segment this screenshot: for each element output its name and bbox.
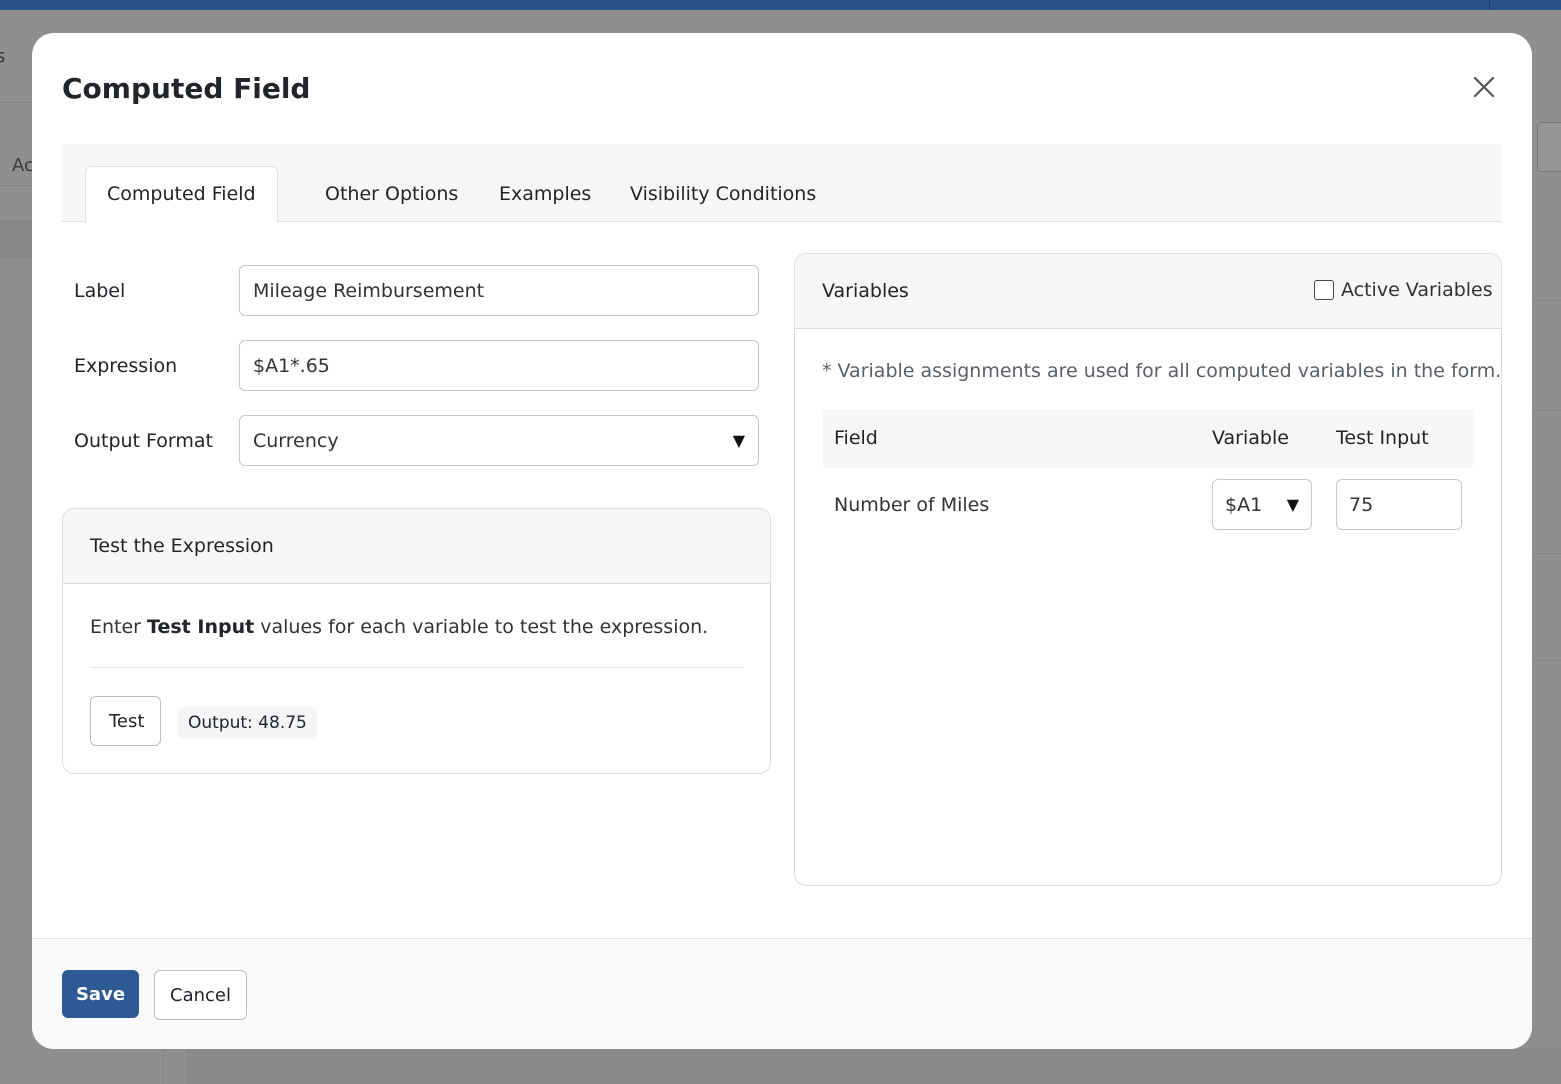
variables-title: Variables <box>822 280 909 302</box>
tab-bar: Computed Field Other Options Examples Vi… <box>62 144 1502 223</box>
test-card-header: Test the Expression <box>63 509 770 584</box>
variable-selected-value: $A1 <box>1225 493 1263 516</box>
cancel-button[interactable]: Cancel <box>154 970 247 1020</box>
divider <box>90 667 743 668</box>
active-variables-label: Active Variables <box>1341 279 1493 301</box>
variables-note: * Variable assignments are used for all … <box>822 360 1502 382</box>
test-button[interactable]: Test <box>90 696 161 746</box>
label-field-label: Label <box>74 280 126 302</box>
background-divider <box>0 102 32 103</box>
background-panel <box>186 1049 1561 1084</box>
background-partial-label: Ac <box>12 155 34 176</box>
background-divider <box>1532 300 1561 301</box>
background-partial-text: s <box>0 46 6 67</box>
test-instructions-prefix: Enter <box>90 616 141 638</box>
output-result: Output: 48.75 <box>178 707 317 739</box>
modal-title: Computed Field <box>62 72 311 105</box>
variable-row-field: Number of Miles <box>834 494 990 516</box>
close-button[interactable] <box>1468 71 1500 103</box>
column-header-field: Field <box>834 427 878 449</box>
computed-field-modal: Computed Field Computed Field Other Opti… <box>32 33 1532 1049</box>
active-variables-toggle[interactable]: Active Variables <box>1314 278 1493 302</box>
background-divider <box>1532 410 1561 411</box>
test-input-field[interactable] <box>1336 479 1462 530</box>
tab-visibility-conditions[interactable]: Visibility Conditions <box>609 166 837 223</box>
background-row <box>0 220 32 258</box>
save-button[interactable]: Save <box>62 970 139 1018</box>
variable-select[interactable]: $A1 ▼ <box>1212 479 1312 530</box>
background-button <box>1537 122 1561 172</box>
background-divider <box>163 1049 164 1084</box>
tab-computed-field[interactable]: Computed Field <box>85 166 278 223</box>
test-instructions-suffix: values for each variable to test the exp… <box>260 616 709 638</box>
background-divider <box>1532 660 1561 661</box>
variables-card: Variables Active Variables * Variable as… <box>794 253 1502 886</box>
tab-examples[interactable]: Examples <box>478 166 612 223</box>
modal-footer: Save Cancel <box>32 939 1532 1049</box>
test-instructions: Enter Test Input values for each variabl… <box>90 615 708 639</box>
close-icon <box>1473 76 1495 98</box>
variables-table-header: Field Variable Test Input <box>823 409 1474 468</box>
app-top-bar-divider <box>1489 0 1490 10</box>
chevron-down-icon: ▼ <box>732 431 745 450</box>
variables-card-header: Variables Active Variables <box>795 254 1501 329</box>
background-divider <box>0 185 32 186</box>
chevron-down-icon: ▼ <box>1286 495 1299 514</box>
output-format-select[interactable]: Currency ▼ <box>239 415 759 466</box>
expression-field-label: Expression <box>74 355 178 377</box>
column-header-test-input: Test Input <box>1336 427 1429 449</box>
app-top-bar <box>0 0 1561 10</box>
output-format-field-label: Output Format <box>74 430 213 452</box>
test-instructions-bold: Test Input <box>147 616 255 638</box>
active-variables-checkbox[interactable] <box>1314 280 1334 300</box>
test-expression-card: Test the Expression Enter Test Input val… <box>62 508 771 774</box>
tab-other-options[interactable]: Other Options <box>304 166 479 223</box>
expression-input[interactable] <box>239 340 759 391</box>
label-input[interactable] <box>239 265 759 316</box>
test-card-title: Test the Expression <box>90 535 274 557</box>
column-header-variable: Variable <box>1212 427 1289 449</box>
background-divider <box>1532 553 1561 554</box>
output-format-selected-value: Currency <box>253 429 339 452</box>
